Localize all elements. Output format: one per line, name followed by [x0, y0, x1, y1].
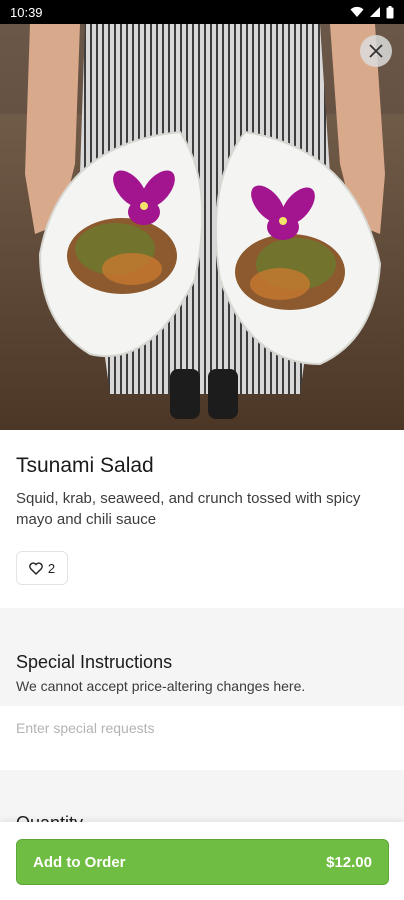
battery-icon [386, 5, 394, 18]
order-price: $12.00 [326, 853, 372, 871]
section-divider [0, 770, 404, 800]
special-instructions-header: Special Instructions We cannot accept pr… [0, 638, 404, 706]
item-description: Squid, krab, seaweed, and crunch tossed … [16, 490, 361, 528]
close-icon [369, 44, 383, 58]
status-icons [350, 5, 394, 19]
like-count: 2 [47, 560, 56, 576]
item-photo [0, 24, 404, 430]
section-divider [0, 608, 404, 638]
special-requests-input[interactable] [0, 706, 404, 770]
special-instructions-title: Special Instructions [16, 652, 173, 672]
add-to-order-button[interactable]: Add to Order $12.00 [16, 839, 389, 885]
like-button[interactable]: 2 [16, 551, 68, 585]
signal-icon [370, 7, 380, 17]
heart-icon [29, 561, 43, 575]
status-bar: 10:39 [0, 0, 404, 24]
status-time: 10:39 [10, 4, 43, 20]
item-title: Tsunami Salad [16, 454, 154, 477]
wifi-icon [350, 6, 364, 17]
add-to-order-label: Add to Order [33, 853, 126, 871]
close-button[interactable] [360, 35, 392, 67]
item-info: Tsunami Salad Squid, krab, seaweed, and … [0, 430, 404, 608]
special-instructions-subtitle: We cannot accept price-altering changes … [16, 678, 306, 694]
bottom-bar: Add to Order $12.00 [0, 822, 404, 900]
salad-photo-illustration [0, 24, 404, 430]
